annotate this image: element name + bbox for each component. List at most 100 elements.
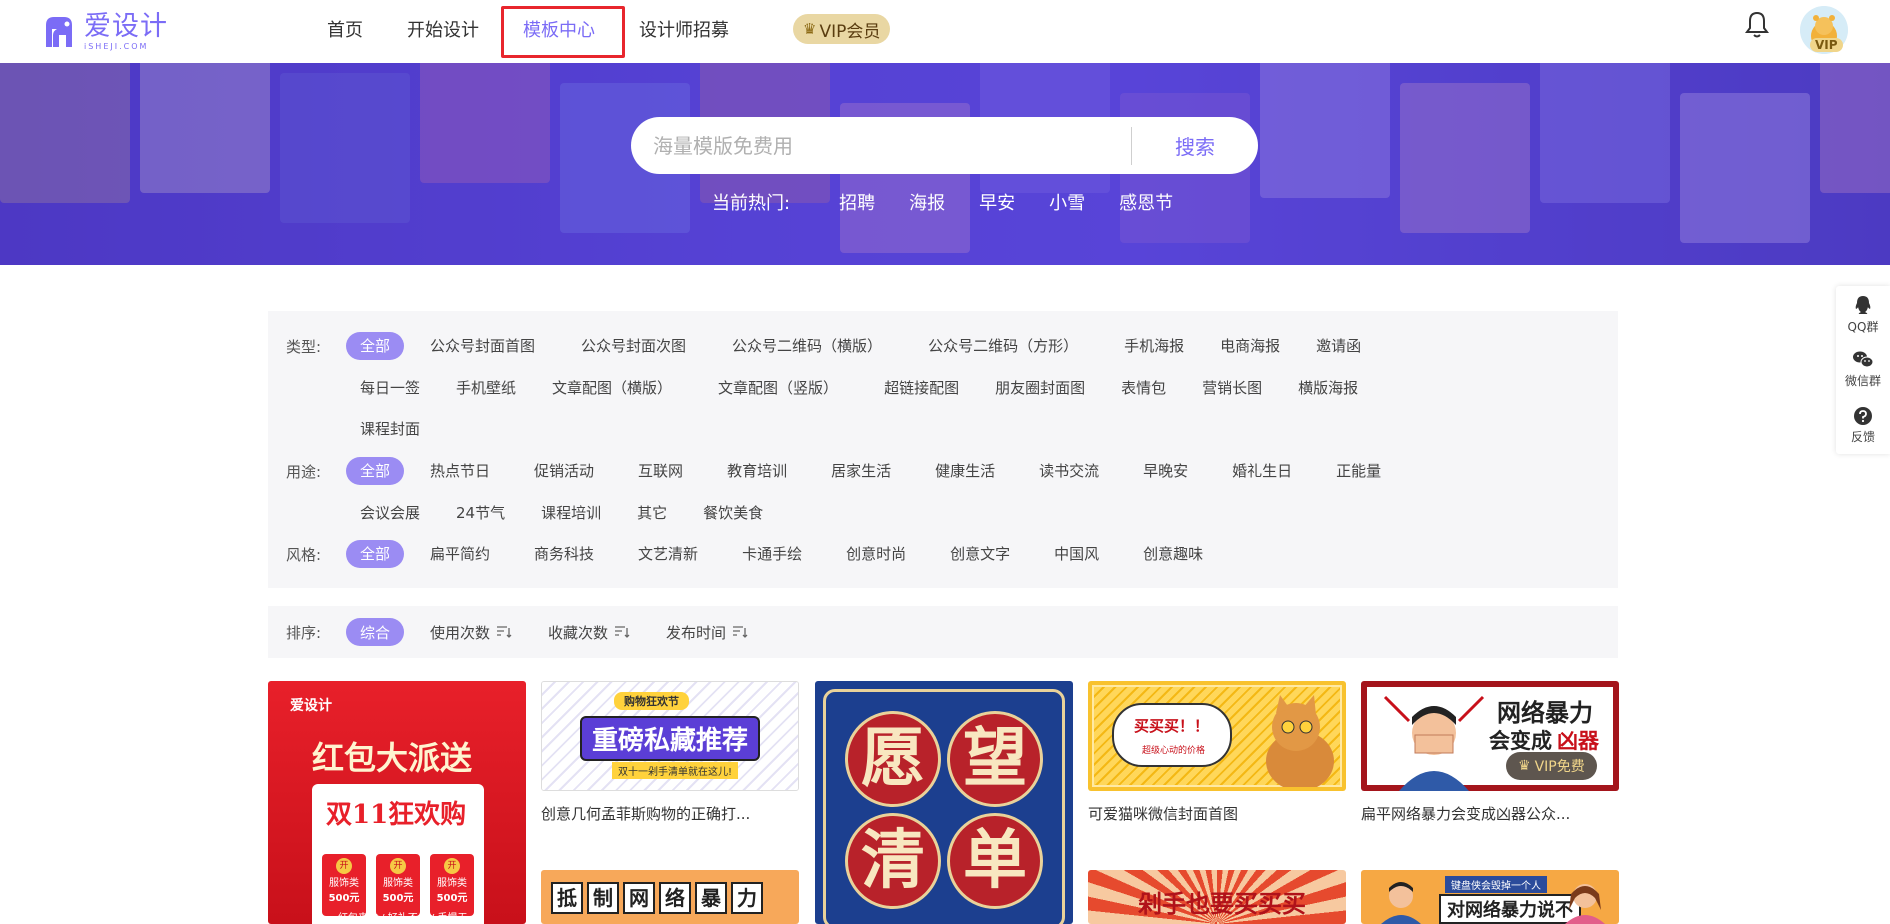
hot-item[interactable]: 小雪 [1049,189,1085,215]
crown-icon: ♛ [1518,758,1531,774]
speech-bubble: 买买买！！ 超级心动的价格 [1112,703,1232,767]
filter-chip[interactable]: 餐饮美食 [689,499,777,527]
coupon: 开 服饰类 500元 [376,854,420,916]
card-subtitle: 双十一剁手清单就在这儿! [612,762,739,779]
template-card[interactable]: 买买买！！ 超级心动的价格 [1088,681,1346,791]
search-button[interactable]: 搜索 [1132,131,1258,160]
filter-chip[interactable]: 手机海报 [1110,332,1198,360]
template-caption[interactable]: 扁平网络暴力会变成凶器公众... [1361,803,1570,824]
template-card[interactable]: 键盘侠会毁掉一个人 对网络暴力说不 [1361,870,1619,924]
search-input[interactable] [631,125,1131,166]
filter-chip[interactable]: 促销活动 [520,457,608,485]
filter-chip[interactable]: 文章配图（竖版） [704,374,852,402]
logo-text: 爱设计 [84,11,168,42]
filter-chip[interactable]: 其它 [623,499,681,527]
hot-item[interactable]: 海报 [909,189,945,215]
filter-chip[interactable]: 全部 [346,332,405,360]
filter-chip[interactable]: 邀请函 [1302,332,1375,360]
site-logo[interactable]: 爱设计 iSHEJI.COM [40,10,180,54]
hot-item[interactable]: 招聘 [839,189,875,215]
sort-option-default[interactable]: 综合 [346,618,405,646]
filter-chip[interactable]: 营销长图 [1188,374,1276,402]
crown-icon: ♛ [803,20,817,38]
filter-chip[interactable]: 公众号二维码（横版） [718,332,896,360]
template-card[interactable]: 抵 制 网 络 暴 力 [541,870,799,924]
sort-desc-icon [497,626,512,638]
filter-chip[interactable]: 创意时尚 [832,540,920,568]
qq-icon [1855,296,1871,314]
floating-toolbar: QQ群 微信群 反馈 [1836,286,1890,454]
filter-chip[interactable]: 创意文字 [936,540,1024,568]
filter-label: 类型: [286,337,322,356]
feedback-button[interactable]: 反馈 [1836,406,1890,445]
filter-chip[interactable]: 横版海报 [1284,374,1372,402]
poster-panel: 双11狂欢购 开 服饰类 500元 开 服饰类 500元 开 服饰类 500元 [312,784,484,924]
template-caption[interactable]: 创意几何孟菲斯购物的正确打... [541,803,750,824]
bell-icon[interactable] [1740,8,1774,42]
hero-banner: 搜索 当前热门: 招聘 海报 早安 小雪 感恩节 [0,63,1890,265]
filter-chip[interactable]: 课程封面 [346,415,434,443]
filter-chip[interactable]: 公众号二维码（方形） [914,332,1092,360]
vip-member-button[interactable]: ♛ VIP会员 [793,14,891,44]
wechat-group-button[interactable]: 微信群 [1836,350,1890,389]
filter-chip[interactable]: 居家生活 [817,457,905,485]
filter-chip[interactable]: 热点节日 [416,457,504,485]
filter-chip[interactable]: 读书交流 [1025,457,1113,485]
side-label: 微信群 [1844,374,1881,388]
char-box: 力 [731,882,763,914]
top-header: 爱设计 iSHEJI.COM 首页 开始设计 模板中心 设计师招募 ♛ VIP会… [0,0,1890,63]
filter-chip[interactable]: 超链接配图 [870,374,973,402]
sort-option-uses[interactable]: 使用次数 [430,622,512,643]
filter-chip[interactable]: 早晚安 [1129,457,1202,485]
coupon-open-label: 开 [336,858,352,874]
template-caption[interactable]: 可爱猫咪微信封面首图 [1088,803,1238,824]
filter-chip[interactable]: 公众号封面首图 [416,332,549,360]
filter-chip[interactable]: 中国风 [1040,540,1113,568]
filter-chip[interactable]: 课程培训 [527,499,615,527]
hot-item[interactable]: 早安 [979,189,1015,215]
search-box: 搜索 [631,117,1258,174]
filter-chip[interactable]: 正能量 [1322,457,1395,485]
filter-chip[interactable]: 全部 [346,457,405,485]
coupon-open-label: 开 [390,858,406,874]
filter-chip[interactable]: 朋友圈封面图 [981,374,1099,402]
vip-free-badge: ♛ VIP免费 [1506,752,1597,780]
template-card[interactable]: 爱设计 红包大派送 双11狂欢购 开 服饰类 500元 开 服饰类 500元 开… [268,681,526,924]
coupon-type: 服饰类 [329,878,359,889]
sort-option-favorites[interactable]: 收藏次数 [548,622,630,643]
hot-item[interactable]: 感恩节 [1119,189,1173,215]
nav-designer-recruit[interactable]: 设计师招募 [617,0,751,58]
filter-chip[interactable]: 健康生活 [921,457,1009,485]
filter-chip[interactable]: 公众号封面次图 [567,332,700,360]
filter-chip[interactable]: 创意趣味 [1129,540,1217,568]
filter-chip[interactable]: 文章配图（横版） [538,374,686,402]
nav-start-design[interactable]: 开始设计 [385,0,501,58]
qq-group-button[interactable]: QQ群 [1836,294,1890,335]
char-box: 抵 [551,882,583,914]
template-card[interactable]: 愿 望 清 单 [815,681,1073,924]
filter-chip[interactable]: 每日一签 [346,374,434,402]
filter-chip[interactable]: 文艺清新 [624,540,712,568]
filter-chip[interactable]: 会议会展 [346,499,434,527]
bubble-subtext: 超级心动的价格 [1142,746,1206,756]
filter-chip[interactable]: 商务科技 [520,540,608,568]
nav-template-center[interactable]: 模板中心 [501,0,625,58]
filter-chip[interactable]: 教育培训 [713,457,801,485]
vip-member-label: VIP会员 [819,21,881,42]
nav-home[interactable]: 首页 [305,0,385,58]
template-card[interactable]: 剁手也要买买买 [1088,870,1346,924]
filter-row-use: 用途: 全部 热点节日 促销活动 互联网 教育培训 居家生活 健康生活 读书交流… [286,457,1407,485]
template-card[interactable]: 购物狂欢节 重磅私藏推荐 双十一剁手清单就在这儿! [541,681,799,791]
filter-chip[interactable]: 全部 [346,540,405,568]
filter-chip[interactable]: 电商海报 [1206,332,1294,360]
filter-chip[interactable]: 手机壁纸 [442,374,530,402]
filter-chip[interactable]: 互联网 [624,457,697,485]
filter-chip[interactable]: 24节气 [442,499,519,527]
filter-chip[interactable]: 扁平简约 [416,540,504,568]
sort-bar: 排序: 综合 使用次数 收藏次数 发布时间 [268,606,1618,658]
person-illustration [1383,695,1485,791]
filter-chip[interactable]: 表情包 [1107,374,1180,402]
filter-chip[interactable]: 婚礼生日 [1218,457,1306,485]
sort-option-publish-time[interactable]: 发布时间 [666,622,748,643]
filter-chip[interactable]: 卡通手绘 [728,540,816,568]
